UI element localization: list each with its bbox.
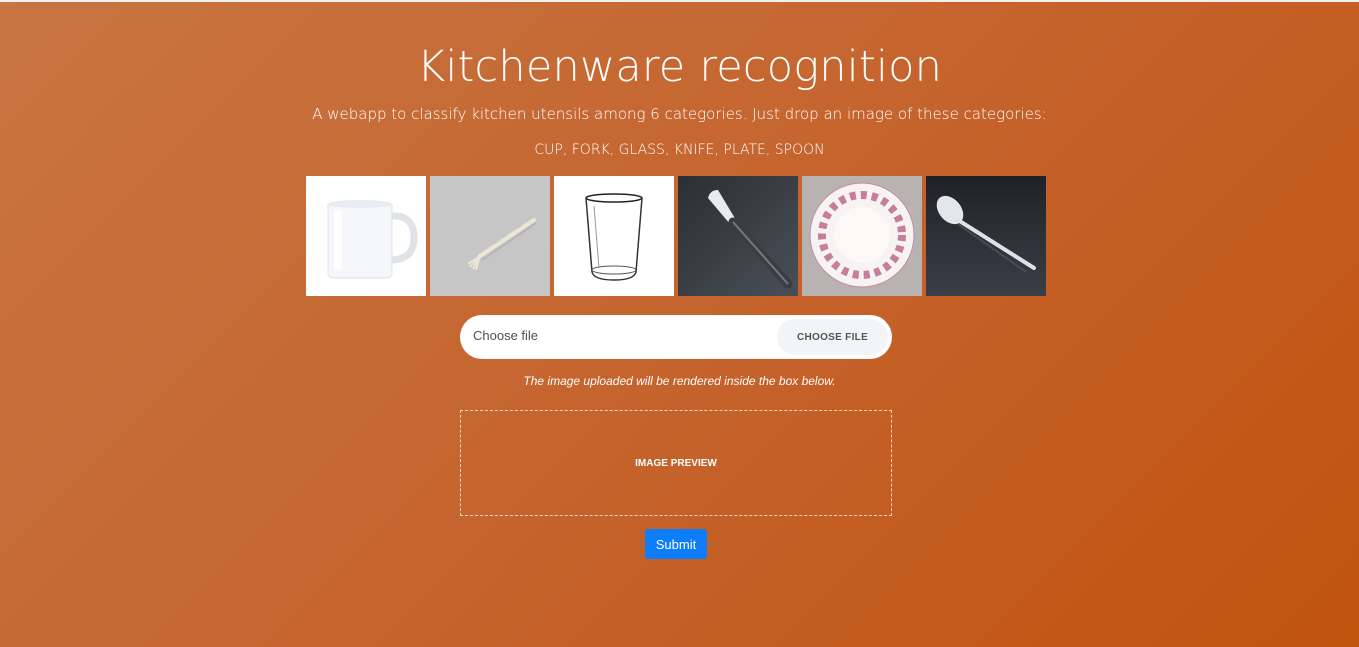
file-input-placeholder: Choose file [473,328,539,343]
page-subtitle: A webapp to classify kitchen utensils am… [312,105,1047,123]
image-preview-box: IMAGE PREVIEW [460,410,892,516]
example-images [306,176,1046,296]
plate-image [802,176,922,296]
cup-image [306,176,426,296]
glass-image [554,176,674,296]
upload-hint: The image uploaded will be rendered insi… [523,374,836,388]
image-preview-label: IMAGE PREVIEW [635,457,717,469]
file-input[interactable]: Choose file CHOOSE FILE [460,315,892,359]
choose-file-button[interactable]: CHOOSE FILE [777,319,888,355]
page: Kitchenware recognition A webapp to clas… [0,0,1359,647]
submit-button[interactable]: Submit [645,529,707,559]
spoon-image [926,176,1046,296]
fork-image [430,176,550,296]
page-title: Kitchenware recognition [416,42,943,92]
categories-list: CUP, FORK, GLASS, KNIFE, PLATE, SPOON [534,142,825,158]
knife-image [678,176,798,296]
